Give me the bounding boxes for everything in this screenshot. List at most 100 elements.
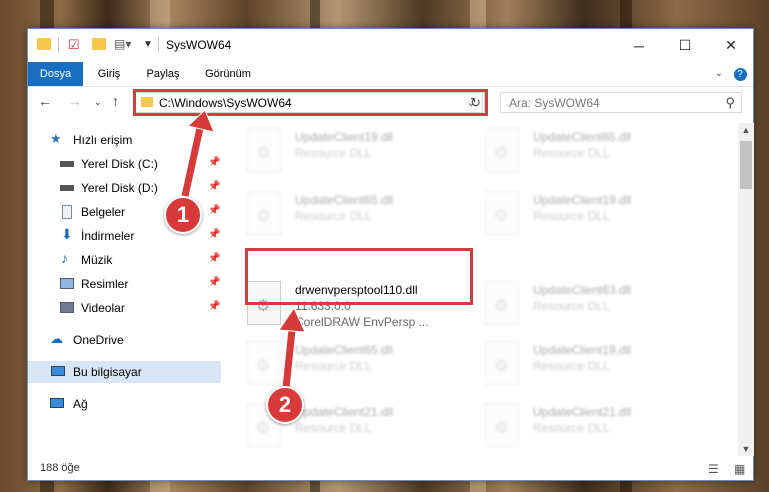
sidebar-item-label: İndirmeler	[81, 229, 135, 243]
list-item[interactable]: ⚙ UpdateClient65.dll Resource DLL	[485, 128, 715, 180]
tab-share[interactable]: Paylaş	[138, 62, 188, 86]
item-count: 188 öğe	[40, 462, 80, 474]
details-view-icon[interactable]: ☰	[708, 462, 719, 476]
pin-icon[interactable]: 📌	[208, 157, 220, 168]
help-icon[interactable]: ?	[732, 62, 748, 86]
file-highlight	[245, 248, 473, 305]
maximize-button[interactable]: ☐	[662, 29, 708, 62]
sidebar-item-label: Videolar	[81, 301, 125, 315]
download-icon: ⬇	[61, 226, 73, 242]
list-item[interactable]: ⚙ UpdateClient65.dll Resource DLL	[247, 191, 477, 243]
address-highlight	[133, 89, 488, 116]
pin-icon[interactable]: 📌	[208, 253, 220, 264]
drive-icon	[60, 185, 74, 191]
cloud-icon: ☁	[50, 331, 63, 346]
list-item[interactable]: ⚙ UpdateClient21.dll Resource DLL	[485, 403, 715, 455]
file-description: Resource DLL	[295, 421, 372, 435]
pin-icon[interactable]: 📌	[208, 277, 220, 288]
sidebar-item-label: Hızlı erişim	[73, 133, 133, 147]
chevron-down-icon[interactable]: ⌄	[711, 62, 727, 86]
file-name: UpdateClient65.dll	[295, 343, 394, 357]
gear-icon: ⚙	[256, 208, 271, 225]
file-name: UpdateClient63.dll	[533, 283, 632, 297]
sidebar-item-pictures[interactable]: Resimler 📌	[28, 273, 221, 295]
pin-icon[interactable]: 📌	[208, 229, 220, 240]
file-description: Resource DLL	[533, 359, 610, 373]
pin-icon[interactable]: 📌	[208, 205, 220, 216]
sidebar-item-quick-access[interactable]: ★ Hızlı erişim	[28, 129, 221, 151]
dll-file-icon: ⚙	[485, 281, 519, 325]
view-options-icon[interactable]: ▤▾	[114, 37, 131, 53]
music-icon: ♪	[61, 250, 68, 266]
close-button[interactable]: ✕	[708, 29, 754, 62]
pin-icon[interactable]: 📌	[208, 301, 220, 312]
file-description: Resource DLL	[533, 209, 610, 223]
dll-file-icon: ⚙	[247, 128, 281, 172]
search-input[interactable]: Ara: SysWOW64 ⚲	[500, 92, 742, 113]
gear-icon: ⚙	[494, 420, 509, 437]
large-icons-view-icon[interactable]: ▦	[734, 462, 745, 476]
file-description: Resource DLL	[295, 209, 372, 223]
sidebar-item-music[interactable]: ♪ Müzik 📌	[28, 249, 221, 271]
file-description: CorelDRAW EnvPersp ...	[295, 315, 429, 329]
sidebar-item-videos[interactable]: Videolar 📌	[28, 297, 221, 319]
minimize-button[interactable]: ─	[616, 29, 662, 62]
list-item[interactable]: ⚙ UpdateClient63.dll Resource DLL	[485, 281, 715, 333]
file-name: UpdateClient21.dll	[533, 405, 632, 419]
file-name: UpdateClient19.dll	[533, 193, 632, 207]
sidebar-item-label: Belgeler	[81, 205, 126, 219]
list-item[interactable]: ⚙ UpdateClient19.dll Resource DLL	[247, 128, 477, 180]
file-description: Resource DLL	[295, 359, 372, 373]
recent-locations-icon[interactable]: ⌄	[94, 97, 102, 108]
title-bar[interactable]: ☑ ▤▾ ▼ SysWOW64 ─ ☐ ✕	[28, 29, 753, 62]
vertical-scrollbar[interactable]: ▲ ▼	[738, 123, 754, 456]
separator	[58, 37, 59, 53]
properties-icon[interactable]: ☑	[68, 37, 80, 53]
sidebar-item-local-disk-d[interactable]: Yerel Disk (D:) 📌	[28, 177, 221, 199]
tab-view[interactable]: Görünüm	[198, 62, 258, 86]
sidebar-item-onedrive[interactable]: ☁ OneDrive	[28, 329, 221, 351]
step-marker-1: 1	[164, 196, 202, 234]
videos-icon	[60, 302, 74, 313]
file-name: UpdateClient19.dll	[533, 343, 632, 357]
forward-arrow-icon[interactable]: →	[68, 93, 82, 109]
folder-icon	[37, 38, 51, 50]
up-arrow-icon[interactable]: ↑	[112, 93, 119, 109]
gear-icon: ⚙	[256, 420, 271, 437]
sidebar-item-network[interactable]: Ağ	[28, 393, 221, 415]
network-icon	[50, 398, 64, 408]
list-item[interactable]: ⚙ UpdateClient19.dll Resource DLL	[485, 341, 715, 393]
gear-icon: ⚙	[494, 208, 509, 225]
pin-icon[interactable]: 📌	[208, 181, 220, 192]
chevron-down-icon[interactable]: ▼	[143, 39, 153, 55]
explorer-window: ☑ ▤▾ ▼ SysWOW64 ─ ☐ ✕ Dosya Giriş Paylaş…	[27, 28, 754, 481]
document-icon	[62, 205, 72, 219]
computer-icon	[51, 366, 65, 376]
sidebar-item-local-disk-c[interactable]: Yerel Disk (C:) 📌	[28, 153, 221, 175]
sidebar-item-this-pc[interactable]: Bu bilgisayar	[28, 361, 221, 383]
star-icon: ★	[50, 131, 62, 146]
gear-icon: ⚙	[494, 145, 509, 162]
back-arrow-icon[interactable]: ←	[38, 93, 52, 109]
pictures-icon	[60, 278, 74, 289]
file-description: Resource DLL	[533, 421, 610, 435]
dll-file-icon: ⚙	[247, 191, 281, 235]
sidebar-item-label: Bu bilgisayar	[73, 365, 142, 379]
file-name: UpdateClient65.dll	[533, 130, 632, 144]
dll-file-icon: ⚙	[485, 403, 519, 447]
status-bar: 188 öğe ☰ ▦	[28, 458, 753, 480]
scroll-up-icon[interactable]: ▲	[738, 125, 754, 135]
dll-file-icon: ⚙	[247, 341, 281, 385]
new-folder-icon[interactable]	[92, 38, 106, 50]
scroll-thumb[interactable]	[740, 141, 752, 189]
tab-home[interactable]: Giriş	[88, 62, 130, 86]
sidebar-item-label: Müzik	[81, 253, 113, 267]
tab-file[interactable]: Dosya	[28, 62, 83, 86]
list-item[interactable]: ⚙ UpdateClient19.dll Resource DLL	[485, 191, 715, 243]
search-placeholder: Ara: SysWOW64	[509, 96, 600, 110]
file-description: Resource DLL	[295, 146, 372, 160]
scroll-down-icon[interactable]: ▼	[738, 444, 754, 454]
file-description: Resource DLL	[533, 146, 610, 160]
drive-icon	[60, 161, 74, 167]
gear-icon: ⚙	[494, 298, 509, 315]
